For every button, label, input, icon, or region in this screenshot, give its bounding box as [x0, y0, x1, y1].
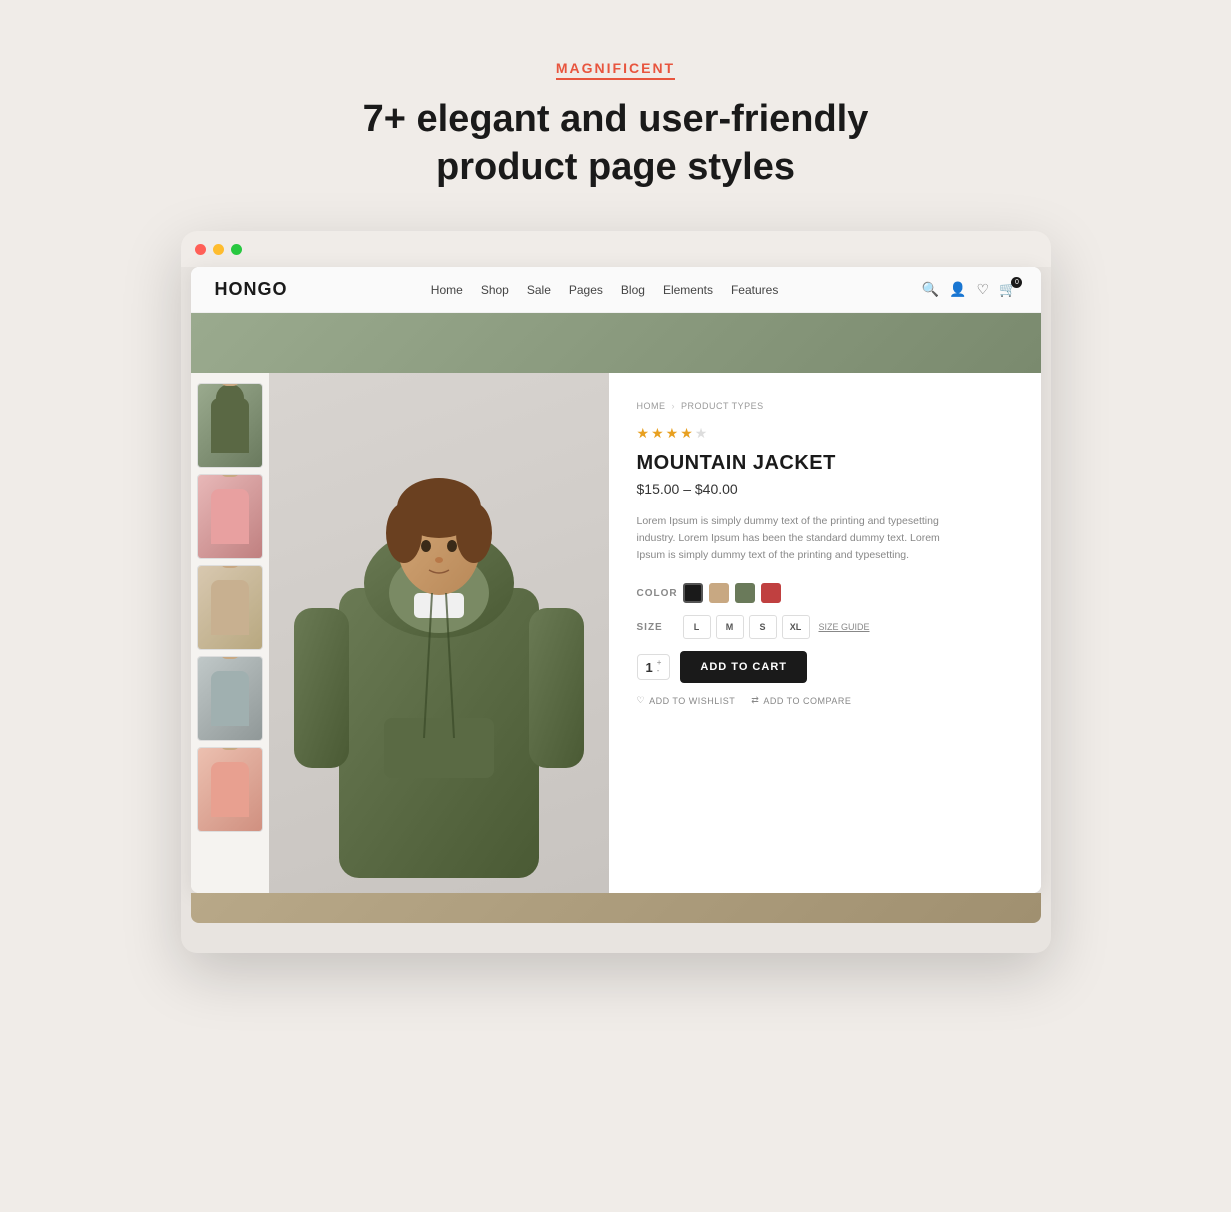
nav-icons: 🔍 👤 ♡ 🛒 0 — [922, 281, 1017, 298]
quantity-value: 1 — [646, 660, 653, 675]
nav-blog[interactable]: Blog — [621, 283, 645, 297]
nav-pages[interactable]: Pages — [569, 283, 603, 297]
nav-elements[interactable]: Elements — [663, 283, 713, 297]
size-option-row: SIZE L M S XL SIZE GUIDE — [637, 615, 1013, 639]
star-5: ★ — [695, 425, 708, 442]
add-to-compare-button[interactable]: ⇄ ADD TO COMPARE — [751, 695, 851, 706]
star-4: ★ — [680, 425, 693, 442]
thumbnail-4[interactable] — [197, 656, 263, 741]
nav-links: Home Shop Sale Pages Blog Elements Featu… — [431, 283, 779, 297]
size-btn-m[interactable]: M — [716, 615, 744, 639]
quantity-decrease[interactable]: - — [657, 667, 662, 675]
bottom-strip — [191, 893, 1041, 923]
size-btn-l[interactable]: L — [683, 615, 711, 639]
add-to-cart-row: 1 + - ADD TO CART — [637, 651, 1013, 683]
size-guide-link[interactable]: SIZE GUIDE — [819, 622, 870, 632]
nav-home[interactable]: Home — [431, 283, 463, 297]
size-btn-s[interactable]: S — [749, 615, 777, 639]
star-3: ★ — [666, 425, 679, 442]
browser-bar — [181, 231, 1051, 267]
breadcrumb-product-types[interactable]: PRODUCT TYPES — [681, 401, 764, 411]
color-swatch-black[interactable] — [683, 583, 703, 603]
thumbnail-5[interactable] — [197, 747, 263, 832]
product-price: $15.00 – $40.00 — [637, 481, 1013, 497]
thumbnail-3[interactable] — [197, 565, 263, 650]
browser-mockup: HONGO Home Shop Sale Pages Blog Elements… — [181, 231, 1051, 953]
product-illustration — [284, 388, 594, 878]
size-buttons: L M S XL SIZE GUIDE — [683, 615, 870, 639]
page-title: 7+ elegant and user-friendly product pag… — [326, 96, 906, 191]
breadcrumb: HOME › PRODUCT TYPES — [637, 401, 1013, 411]
color-swatch-red[interactable] — [761, 583, 781, 603]
compare-icon: ⇄ — [751, 695, 759, 706]
color-swatch-green[interactable] — [735, 583, 755, 603]
star-2: ★ — [651, 425, 664, 442]
product-info: HOME › PRODUCT TYPES ★ ★ ★ ★ ★ MOUNTAIN … — [609, 373, 1041, 893]
color-option-row: COLOR — [637, 583, 1013, 603]
product-name: MOUNTAIN JACKET — [637, 452, 1013, 475]
main-product-image[interactable] — [269, 373, 609, 893]
quantity-stepper[interactable]: 1 + - — [637, 654, 671, 680]
wishlist-compare-row: ♡ ADD TO WISHLIST ⇄ ADD TO COMPARE — [637, 695, 1013, 706]
store-window: HONGO Home Shop Sale Pages Blog Elements… — [191, 267, 1041, 893]
color-swatch-tan[interactable] — [709, 583, 729, 603]
wishlist-icon[interactable]: ♡ — [976, 281, 989, 298]
magnificent-badge: MAGNIFICENT — [556, 60, 675, 80]
wishlist-label: ADD TO WISHLIST — [649, 696, 735, 706]
store-nav: HONGO Home Shop Sale Pages Blog Elements… — [191, 267, 1041, 313]
store-logo: HONGO — [215, 279, 288, 300]
hero-strip — [191, 313, 1041, 373]
color-swatches — [683, 583, 781, 603]
product-rating: ★ ★ ★ ★ ★ — [637, 425, 1013, 442]
color-label: COLOR — [637, 588, 673, 599]
thumbnail-1[interactable] — [197, 383, 263, 468]
add-to-cart-button[interactable]: ADD TO CART — [680, 651, 807, 683]
compare-label: ADD TO COMPARE — [763, 696, 851, 706]
wishlist-icon: ♡ — [637, 695, 646, 706]
browser-dot-yellow[interactable] — [213, 244, 224, 255]
cart-count: 0 — [1011, 277, 1022, 288]
nav-shop[interactable]: Shop — [481, 283, 509, 297]
page-header: MAGNIFICENT 7+ elegant and user-friendly… — [326, 60, 906, 191]
search-icon[interactable]: 🔍 — [922, 281, 939, 298]
breadcrumb-home[interactable]: HOME — [637, 401, 666, 411]
product-description: Lorem Ipsum is simply dummy text of the … — [637, 513, 957, 563]
breadcrumb-separator: › — [672, 401, 676, 411]
size-btn-xl[interactable]: XL — [782, 615, 810, 639]
nav-sale[interactable]: Sale — [527, 283, 551, 297]
browser-dot-red[interactable] — [195, 244, 206, 255]
size-label: SIZE — [637, 622, 673, 633]
star-1: ★ — [637, 425, 650, 442]
thumbnail-column — [191, 373, 269, 893]
cart-icon[interactable]: 🛒 0 — [999, 281, 1016, 298]
thumbnail-2[interactable] — [197, 474, 263, 559]
add-to-wishlist-button[interactable]: ♡ ADD TO WISHLIST — [637, 695, 736, 706]
user-icon[interactable]: 👤 — [949, 281, 966, 298]
browser-dot-green[interactable] — [231, 244, 242, 255]
nav-features[interactable]: Features — [731, 283, 778, 297]
product-area: HOME › PRODUCT TYPES ★ ★ ★ ★ ★ MOUNTAIN … — [191, 373, 1041, 893]
